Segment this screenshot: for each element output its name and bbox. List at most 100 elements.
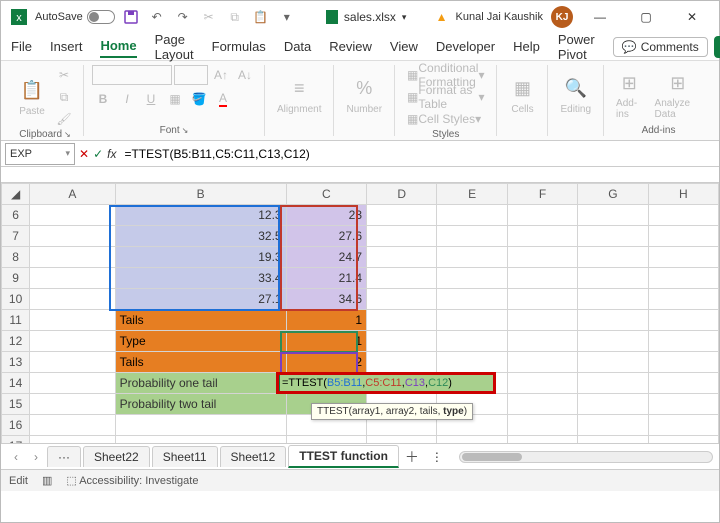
tab-view[interactable]: View <box>390 36 418 57</box>
cell[interactable] <box>578 373 648 394</box>
col-header[interactable]: E <box>437 184 507 205</box>
cell[interactable]: Probability one tail <box>115 373 286 394</box>
cell[interactable] <box>30 394 115 415</box>
cut-button[interactable]: ✂ <box>53 65 75 85</box>
cell[interactable] <box>437 289 507 310</box>
col-header[interactable]: G <box>578 184 648 205</box>
italic-button[interactable]: I <box>116 89 138 109</box>
cell[interactable] <box>648 247 718 268</box>
format-painter-button[interactable]: 🖌 <box>53 109 75 129</box>
cell[interactable]: 32.5 <box>115 226 286 247</box>
tab-developer[interactable]: Developer <box>436 36 495 57</box>
cell[interactable]: 1 <box>286 331 366 352</box>
col-header[interactable]: F <box>507 184 577 205</box>
tab-power-pivot[interactable]: Power Pivot <box>558 29 595 65</box>
cell[interactable] <box>367 436 437 444</box>
cell[interactable] <box>115 415 286 436</box>
format-table-button[interactable]: ▦ Format as Table ▾ <box>403 87 488 107</box>
formula-input[interactable] <box>120 143 713 165</box>
cells-button[interactable]: ▦Cells <box>505 74 539 117</box>
cell[interactable] <box>507 331 577 352</box>
save-icon[interactable] <box>121 7 141 27</box>
cell[interactable] <box>437 268 507 289</box>
cell[interactable] <box>30 436 115 444</box>
row-header[interactable]: 12 <box>2 331 30 352</box>
cell[interactable] <box>648 268 718 289</box>
col-header[interactable]: H <box>648 184 718 205</box>
cell[interactable]: 34.6 <box>286 289 366 310</box>
cell[interactable] <box>30 247 115 268</box>
tab-insert[interactable]: Insert <box>50 36 83 57</box>
row-header[interactable]: 14 <box>2 373 30 394</box>
fx-icon[interactable]: fx <box>107 147 116 161</box>
qat-dropdown-icon[interactable]: ▾ <box>277 7 297 27</box>
name-box[interactable]: EXP▾ <box>5 143 75 165</box>
cell[interactable] <box>507 436 577 444</box>
cell[interactable] <box>648 352 718 373</box>
tab-data[interactable]: Data <box>284 36 311 57</box>
cell[interactable] <box>367 268 437 289</box>
cell[interactable] <box>578 247 648 268</box>
cell[interactable] <box>648 373 718 394</box>
share-button[interactable]: ▾ <box>714 36 720 58</box>
row-header[interactable]: 10 <box>2 289 30 310</box>
row-header[interactable]: 15 <box>2 394 30 415</box>
cell[interactable]: 12.3 <box>115 205 286 226</box>
cell[interactable]: 21.4 <box>286 268 366 289</box>
cell[interactable] <box>578 226 648 247</box>
minimize-button[interactable]: ― <box>581 3 619 31</box>
row-header[interactable]: 9 <box>2 268 30 289</box>
cell[interactable]: 27.1 <box>115 289 286 310</box>
cut-icon[interactable]: ✂ <box>199 7 219 27</box>
cell[interactable] <box>507 352 577 373</box>
cell[interactable]: 27.6 <box>286 226 366 247</box>
sheet-tab[interactable]: Sheet12 <box>220 446 287 467</box>
cell[interactable] <box>578 352 648 373</box>
cell[interactable] <box>30 415 115 436</box>
cell[interactable] <box>648 310 718 331</box>
cell[interactable] <box>507 310 577 331</box>
horizontal-scrollbar[interactable] <box>459 451 713 463</box>
row-header[interactable]: 11 <box>2 310 30 331</box>
paste-icon[interactable]: 📋 <box>251 7 271 27</box>
cell[interactable]: 1 <box>286 310 366 331</box>
cell[interactable] <box>367 331 437 352</box>
paste-button[interactable]: 📋Paste <box>15 76 49 119</box>
cell[interactable] <box>30 289 115 310</box>
col-header[interactable]: D <box>367 184 437 205</box>
dialog-launcher-icon[interactable]: ↘ <box>182 126 189 135</box>
cell[interactable]: 24.7 <box>286 247 366 268</box>
user-avatar[interactable]: KJ <box>551 6 573 28</box>
cell[interactable] <box>648 226 718 247</box>
cell[interactable] <box>437 310 507 331</box>
cell[interactable] <box>437 205 507 226</box>
autosave-toggle[interactable]: AutoSave <box>35 10 115 24</box>
tab-review[interactable]: Review <box>329 36 372 57</box>
cell[interactable] <box>648 289 718 310</box>
cell[interactable] <box>507 205 577 226</box>
cell[interactable] <box>578 289 648 310</box>
cell[interactable] <box>30 373 115 394</box>
copy-button[interactable]: ⧉ <box>53 87 75 107</box>
cell-styles-button[interactable]: ▦ Cell Styles ▾ <box>403 109 485 129</box>
cell[interactable]: Tails <box>115 310 286 331</box>
cell[interactable] <box>648 436 718 444</box>
cell[interactable] <box>437 331 507 352</box>
cell[interactable] <box>437 247 507 268</box>
cell[interactable] <box>30 352 115 373</box>
cell[interactable] <box>437 436 507 444</box>
cell[interactable] <box>507 394 577 415</box>
cell[interactable]: 19.3 <box>115 247 286 268</box>
filename-area[interactable]: sales.xlsx ▾ <box>305 10 428 24</box>
cell[interactable] <box>578 205 648 226</box>
cell[interactable] <box>30 226 115 247</box>
cell[interactable] <box>648 394 718 415</box>
close-button[interactable]: ✕ <box>673 3 711 31</box>
accessibility-status[interactable]: ⬚ Accessibility: Investigate <box>66 474 198 487</box>
workbook-stats-icon[interactable]: ▥ <box>42 474 52 487</box>
tab-page-layout[interactable]: Page Layout <box>155 29 194 65</box>
underline-button[interactable]: U <box>140 89 162 109</box>
tab-file[interactable]: File <box>11 36 32 57</box>
fill-color-button[interactable]: 🪣 <box>188 89 210 109</box>
formula-tooltip[interactable]: TTEST(array1, array2, tails, type) <box>311 403 473 420</box>
